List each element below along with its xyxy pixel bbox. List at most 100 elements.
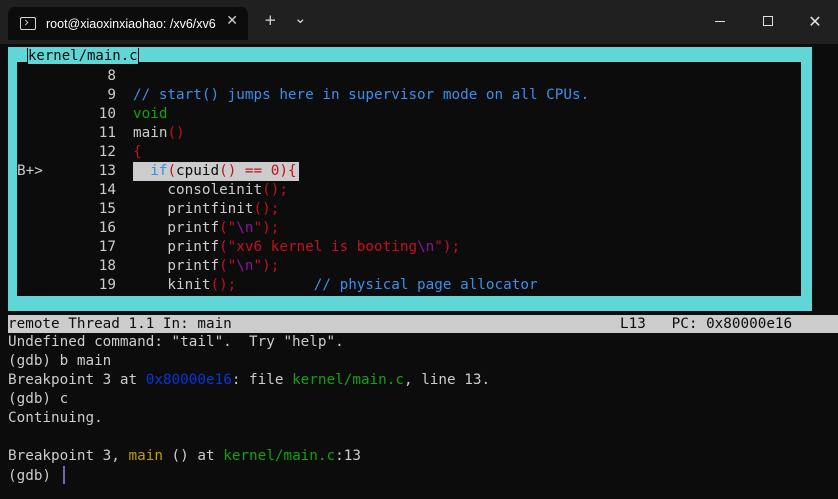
status-location: L13 PC: 0x80000e16 (620, 316, 793, 332)
line-number: 14 (98, 182, 116, 198)
source-line[interactable]: 15 printfinit(); (17, 200, 280, 219)
code-token: printf (133, 220, 220, 236)
close-button[interactable]: ✕ (800, 8, 830, 34)
terminal-tab[interactable]: root@xiaoxinxiaohao: /xv6/xv6 ✕ (8, 7, 248, 40)
source-line[interactable]: 11 main() (17, 124, 185, 143)
line-code: printf("\n"); (133, 219, 279, 238)
code-token: (); (210, 277, 237, 293)
code-token: printfinit (133, 201, 254, 217)
code-token: () (167, 125, 185, 141)
code-token: main (133, 125, 168, 141)
line-number: 18 (98, 258, 116, 274)
line-code: consoleinit(); (133, 181, 288, 200)
code-token: { (133, 144, 142, 160)
code-token: (gdb) c (8, 391, 69, 407)
code-token: , line 13. (403, 372, 491, 388)
code-token: // physical page allocator (313, 277, 538, 293)
console-line: Breakpoint 3, main () at kernel/main.c:1… (8, 447, 361, 466)
maximize-icon (763, 16, 773, 26)
source-line[interactable]: 16 printf("\n"); (17, 219, 280, 238)
code-token: printf (133, 239, 220, 255)
line-code: // start() jumps here in supervisor mode… (133, 86, 589, 105)
code-token: ){ (279, 163, 297, 179)
code-token: printf (133, 258, 220, 274)
code-token: (" (219, 220, 237, 236)
code-token: (); (253, 201, 280, 217)
breakpoint-marker: B+> (17, 163, 43, 179)
code-token: Undefined command: "tail". Try "help". (8, 334, 344, 350)
line-number: 10 (98, 106, 116, 122)
code-token: 0x80000e16 (145, 372, 232, 388)
line-code: printfinit(); (133, 200, 279, 219)
code-token: "); (434, 239, 461, 255)
source-line[interactable]: 9 // start() jumps here in supervisor mod… (17, 86, 589, 105)
new-tab-button[interactable]: + (264, 11, 277, 29)
line-number: 11 (98, 125, 116, 141)
source-line[interactable]: 17 printf("xv6 kernel is booting\n"); (17, 238, 460, 257)
source-line[interactable]: 18 printf("\n"); (17, 257, 280, 276)
minimize-button[interactable] (705, 8, 735, 34)
code-token: Breakpoint 3 at (8, 372, 146, 388)
code-token: (" (219, 258, 237, 274)
console-line: Continuing. (8, 409, 103, 428)
terminal-icon (20, 17, 36, 30)
line-number: 17 (98, 239, 116, 255)
code-token: // start() jumps here in supervisor mode… (133, 87, 590, 103)
status-bar: remote Thread 1.1 In: main L13 PC: 0x800… (8, 315, 838, 333)
code-token: ( (167, 163, 177, 179)
code-token: if (133, 163, 168, 179)
source-line[interactable]: 8 (17, 67, 133, 86)
line-number: 12 (98, 144, 116, 160)
code-token: \n (236, 220, 254, 236)
code-token: "); (253, 220, 280, 236)
code-token: \n (417, 239, 435, 255)
tab-dropdown-button[interactable]: ⌄ (294, 9, 307, 27)
line-number: 19 (98, 277, 116, 293)
code-token: "); (253, 258, 280, 274)
code-token: consoleinit (133, 182, 263, 198)
code-token: () at (162, 448, 224, 464)
source-file-title: kernel/main.c (27, 48, 139, 64)
console-line: (gdb) c (8, 390, 68, 409)
line-code: if(cpuid() == 0){ (133, 162, 299, 181)
status-thread: remote Thread 1.1 In: main (8, 316, 232, 332)
line-code: main() (133, 124, 185, 143)
tab-close-icon[interactable]: ✕ (226, 13, 238, 29)
line-number: 8 (107, 68, 116, 84)
code-token: ("xv6 kernel is booting (219, 239, 418, 255)
code-token: \n (236, 258, 254, 274)
minimize-icon (715, 20, 725, 22)
line-code: kinit(); // physical page allocator (133, 276, 538, 295)
source-line[interactable]: 10 void (17, 105, 168, 124)
code-token: Continuing. (8, 410, 103, 426)
text-cursor (62, 466, 65, 484)
code-token: kernel/main.c (292, 372, 404, 388)
source-line[interactable]: 14 consoleinit(); (17, 181, 288, 200)
line-number: 9 (107, 87, 116, 103)
code-token: (); (262, 182, 288, 198)
console-line: Undefined command: "tail". Try "help". (8, 333, 344, 352)
code-token: void (133, 106, 168, 122)
title-bar: root@xiaoxinxiaohao: /xv6/xv6 ✕ + ⌄ ✕ (0, 0, 838, 44)
line-code: printf("xv6 kernel is booting\n"); (133, 238, 460, 257)
source-line[interactable]: 19 kinit(); // physical page allocator (17, 276, 538, 295)
code-token: kinit (133, 277, 211, 293)
line-number: 13 (98, 163, 116, 179)
code-token: == (236, 163, 271, 179)
code-token: kernel/main.c (223, 448, 336, 464)
line-code: { (133, 143, 142, 162)
line-number: 16 (98, 220, 116, 236)
code-token: : file (231, 372, 293, 388)
console-line: (gdb) b main (8, 352, 111, 371)
source-line[interactable]: B+> 13 if(cpuid() == 0){ (17, 162, 299, 181)
code-token: (gdb) b main (8, 353, 112, 369)
code-token: () (219, 163, 237, 179)
source-line[interactable]: 12 { (17, 143, 142, 162)
maximize-button[interactable] (753, 8, 783, 34)
line-number: 15 (98, 201, 116, 217)
code-token: :13 (335, 448, 361, 464)
tab-title: root@xiaoxinxiaohao: /xv6/xv6 (46, 16, 216, 31)
code-token: cpuid (176, 163, 220, 179)
gdb-prompt[interactable]: (gdb) (8, 466, 65, 485)
